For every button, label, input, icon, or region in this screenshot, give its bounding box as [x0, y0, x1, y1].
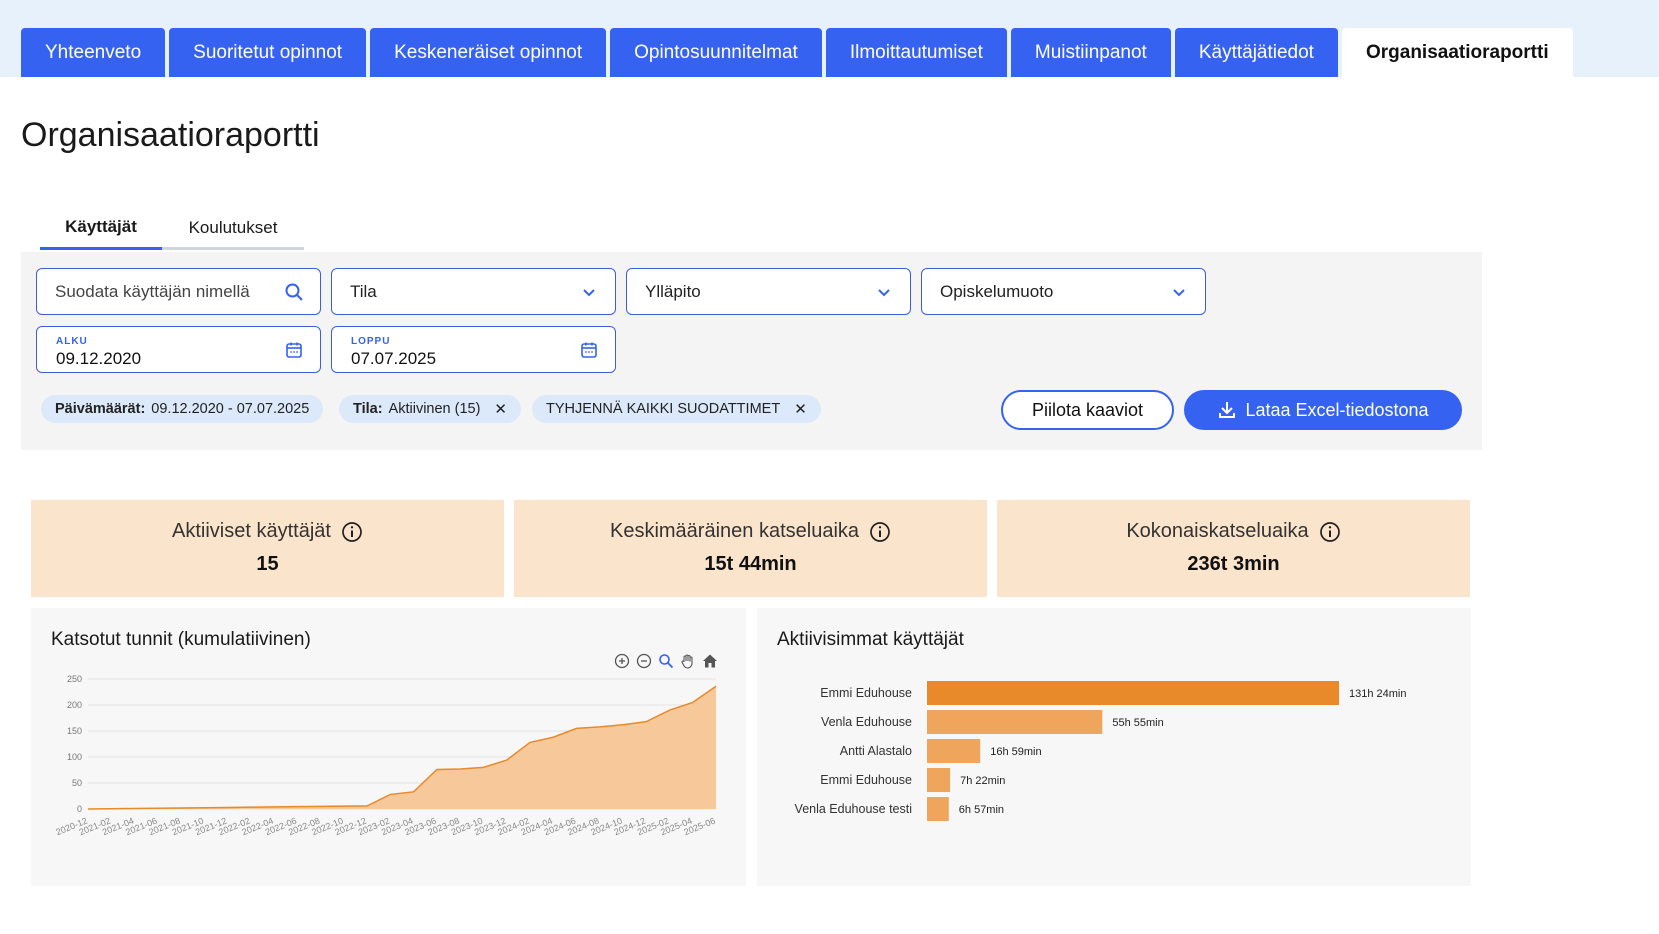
- bar: [927, 768, 951, 792]
- main-tabs: Yhteenveto Suoritetut opinnot Keskeneräi…: [21, 28, 1577, 77]
- cumulative-hours-card: Katsotut tunnit (kumulatiivinen) 0 50 100 1…: [31, 608, 746, 886]
- subtab-kayttajat[interactable]: Käyttäjät: [40, 206, 162, 250]
- bar-value-label: 6h 57min: [959, 804, 1004, 816]
- maintainer-select[interactable]: Ylläpito: [626, 268, 911, 315]
- tab-opintosuunnitelmat[interactable]: Opintosuunnitelmat: [610, 28, 822, 77]
- info-icon[interactable]: [1319, 521, 1341, 543]
- kpi-value: 236t 3min: [1187, 553, 1280, 575]
- clear-all-filters-chip[interactable]: TYHJENNÄ KAIKKI SUODATTIMET ✕: [532, 395, 821, 423]
- calendar-icon[interactable]: [579, 340, 599, 360]
- tab-yhteenveto[interactable]: Yhteenveto: [21, 28, 166, 77]
- info-icon[interactable]: [341, 521, 363, 543]
- bar-value-label: 131h 24min: [1349, 688, 1407, 700]
- status-select-label: Tila: [350, 281, 377, 301]
- download-excel-button[interactable]: Lataa Excel-tiedostona: [1184, 390, 1462, 430]
- start-date-value: 09.12.2020: [56, 349, 142, 368]
- bar-value-label: 55h 55min: [1112, 717, 1163, 729]
- chevron-down-icon: [878, 289, 890, 297]
- kpi-active-users: Aktiiviset käyttäjät 15: [31, 500, 504, 597]
- y-tick-label: 50: [72, 778, 82, 788]
- page-title: Organisaatioraportti: [21, 116, 320, 154]
- status-filter-chip: Tila: Aktiivinen (15) ✕: [339, 395, 521, 423]
- date-chip-key: Päivämäärät:: [55, 401, 146, 417]
- hide-charts-button[interactable]: Piilota kaaviot: [1001, 390, 1174, 430]
- search-placeholder: Suodata käyttäjän nimellä: [55, 281, 250, 301]
- bar-category-label: Venla Eduhouse: [821, 715, 912, 729]
- download-excel-label: Lataa Excel-tiedostona: [1245, 399, 1429, 420]
- bar-value-label: 7h 22min: [960, 775, 1005, 787]
- bar-category-label: Emmi Eduhouse: [820, 773, 912, 787]
- subtab-koulutukset[interactable]: Koulutukset: [162, 206, 304, 250]
- date-filter-chip: Päivämäärät: 09.12.2020 - 07.07.2025: [41, 395, 324, 423]
- tab-organisaatioraportti[interactable]: Organisaatioraportti: [1341, 28, 1573, 77]
- tab-kayttajatiedot[interactable]: Käyttäjätiedot: [1174, 28, 1338, 77]
- end-date-field[interactable]: LOPPU 07.07.2025: [331, 326, 616, 373]
- start-date-field[interactable]: ALKU 09.12.2020: [36, 326, 321, 373]
- study-mode-select[interactable]: Opiskelumuoto: [921, 268, 1206, 315]
- bar-category-label: Venla Eduhouse testi: [795, 802, 912, 816]
- clear-all-label: TYHJENNÄ KAIKKI SUODATTIMET: [546, 401, 781, 417]
- remove-status-filter-icon[interactable]: ✕: [494, 400, 507, 418]
- sub-tabs: Käyttäjät Koulutukset: [40, 206, 304, 250]
- tab-ilmoittautumiset[interactable]: Ilmoittautumiset: [825, 28, 1007, 77]
- search-input[interactable]: Suodata käyttäjän nimellä: [36, 268, 321, 315]
- chevron-down-icon: [1173, 289, 1185, 297]
- info-icon[interactable]: [869, 521, 891, 543]
- end-date-label: LOPPU: [351, 336, 391, 347]
- top-users-bar-chart: Emmi Eduhouse 131h 24min Venla Eduhouse 55h…: [795, 681, 1407, 821]
- download-icon: [1219, 402, 1236, 418]
- y-tick-label: 0: [77, 804, 82, 814]
- chevron-down-icon: [583, 289, 595, 297]
- bar: [927, 710, 1103, 734]
- bar-category-label: Antti Alastalo: [840, 744, 912, 758]
- tab-keskeneraiset-opinnot[interactable]: Keskeneräiset opinnot: [370, 28, 607, 77]
- study-mode-select-label: Opiskelumuoto: [940, 281, 1054, 301]
- search-icon: [285, 283, 303, 301]
- date-chip-value: 09.12.2020 - 07.07.2025: [151, 401, 310, 417]
- status-chip-key: Tila:: [353, 401, 383, 417]
- y-tick-label: 200: [67, 700, 82, 710]
- bar-category-label: Emmi Eduhouse: [820, 686, 912, 700]
- kpi-avg-watch-time: Keskimääräinen katseluaika 15t 44min: [514, 500, 987, 597]
- status-select[interactable]: Tila: [331, 268, 616, 315]
- tab-muistiinpanot[interactable]: Muistiinpanot: [1010, 28, 1171, 77]
- y-tick-label: 100: [67, 752, 82, 762]
- y-tick-label: 250: [67, 674, 82, 684]
- clear-all-icon[interactable]: ✕: [794, 400, 807, 418]
- kpi-label: Kokonaiskatseluaika: [1126, 520, 1309, 542]
- bar-value-label: 16h 59min: [990, 746, 1041, 758]
- kpi-value: 15t 44min: [704, 553, 797, 575]
- kpi-label: Keskimääräinen katseluaika: [609, 520, 860, 542]
- status-chip-value: Aktiivinen (15): [388, 401, 481, 417]
- start-date-label: ALKU: [56, 336, 88, 347]
- kpi-total-watch-time: Kokonaiskatseluaika 236t 3min: [997, 500, 1470, 597]
- y-tick-label: 150: [67, 726, 82, 736]
- kpi-label: Aktiiviset käyttäjät: [172, 520, 331, 542]
- top-users-card: Aktiivisimmat käyttäjät Emmi Eduhouse 131…: [757, 608, 1471, 886]
- maintainer-select-label: Ylläpito: [645, 281, 701, 301]
- calendar-icon[interactable]: [284, 340, 304, 360]
- bar: [927, 797, 949, 821]
- kpi-value: 15: [256, 553, 279, 575]
- bar: [927, 681, 1339, 705]
- bar: [927, 739, 981, 763]
- cumulative-area-chart: 0501001502002502020-122021-022021-042021…: [54, 674, 716, 837]
- end-date-value: 07.07.2025: [351, 349, 437, 368]
- tab-suoritetut-opinnot[interactable]: Suoritetut opinnot: [169, 28, 367, 77]
